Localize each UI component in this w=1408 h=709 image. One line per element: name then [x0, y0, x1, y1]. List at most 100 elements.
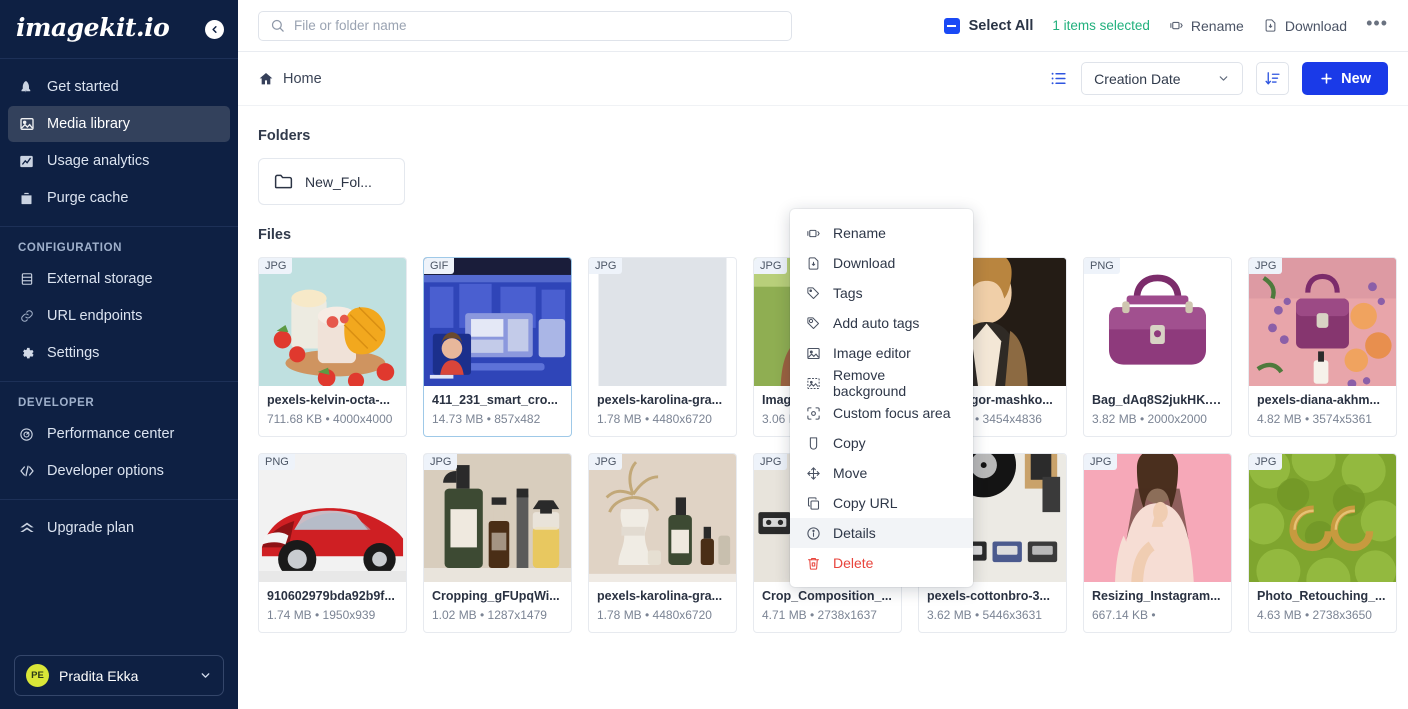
remove-background-icon: [805, 375, 821, 391]
context-menu-item-copy-url[interactable]: Copy URL: [790, 488, 973, 518]
file-card[interactable]: JPGpexels-karolina-gra...1.78 MB • 4480x…: [588, 257, 737, 437]
sort-field-select[interactable]: Creation Date: [1081, 62, 1243, 95]
rocket-icon: [18, 79, 35, 96]
context-menu-item-label: Copy: [833, 435, 866, 451]
file-card[interactable]: PNG 910602979bda92b9f... 1.74 MB • 1950x93…: [258, 453, 407, 633]
sidebar-item-url-endpoints[interactable]: URL endpoints: [8, 298, 230, 334]
new-button[interactable]: New: [1302, 62, 1388, 95]
more-actions-button[interactable]: •••: [1366, 23, 1388, 29]
file-thumbnail: JPG: [589, 258, 736, 386]
file-card[interactable]: JPGPhoto_Retouching_...4.63 MB • 2738x36…: [1248, 453, 1397, 633]
sort-field-value: Creation Date: [1094, 71, 1180, 87]
focus-area-icon: [805, 405, 821, 421]
rename-button[interactable]: Rename: [1169, 18, 1244, 34]
file-card[interactable]: JPG Resizing_Instagram...667.14 KB •: [1083, 453, 1232, 633]
sidebar-item-usage-analytics[interactable]: Usage analytics: [8, 143, 230, 179]
file-card[interactable]: JPGpexels-kelvin-octa-...711.68 KB • 400…: [258, 257, 407, 437]
file-card[interactable]: PNGBag_dAq8S2jukHK.p...3.82 MB • 2000x20…: [1083, 257, 1232, 437]
file-name: pexels-kelvin-octa-...: [267, 393, 398, 407]
sidebar-item-performance-center[interactable]: Performance center: [8, 416, 230, 452]
sort-descending-icon: [1264, 70, 1281, 87]
sort-direction-button[interactable]: [1256, 62, 1289, 95]
chevron-down-icon: [199, 669, 212, 682]
file-size-dimensions: 1.74 MB • 1950x939: [267, 607, 398, 623]
file-name: Cropping_gFUpqWi...: [432, 589, 563, 603]
file-format-badge: JPG: [754, 258, 787, 274]
context-menu: RenameDownloadTagsAdd auto tagsImage edi…: [790, 209, 973, 587]
file-meta: Cropping_gFUpqWi...1.02 MB • 1287x1479: [424, 582, 571, 632]
file-meta: Photo_Retouching_...4.63 MB • 2738x3650: [1249, 582, 1396, 632]
sidebar-item-get-started[interactable]: Get started: [8, 69, 230, 105]
file-thumbnail: PNG: [1084, 258, 1231, 386]
file-format-badge: PNG: [259, 454, 295, 470]
user-menu-button[interactable]: PE Pradita Ekka: [14, 655, 224, 696]
file-thumbnail: JPG: [589, 454, 736, 582]
chevron-left-circle-icon[interactable]: [205, 20, 224, 39]
context-menu-item-move[interactable]: Move: [790, 458, 973, 488]
checkbox-indeterminate-icon[interactable]: [944, 18, 960, 34]
file-size-dimensions: 3.82 MB • 2000x2000: [1092, 411, 1223, 427]
breadcrumb[interactable]: Home: [258, 71, 322, 87]
sidebar-item-upgrade-plan[interactable]: Upgrade plan: [8, 510, 230, 546]
main-area: Select All 1 items selected Rename Downl…: [238, 0, 1408, 709]
file-format-badge: JPG: [1084, 454, 1117, 470]
sidebar-item-label: External storage: [47, 271, 153, 287]
sidebar-item-label: Performance center: [47, 426, 174, 442]
context-menu-item-tags[interactable]: Tags: [790, 278, 973, 308]
rename-icon: [805, 225, 821, 241]
sidebar-item-media-library[interactable]: Media library: [8, 106, 230, 142]
chevron-down-icon: [1217, 72, 1230, 85]
folder-card[interactable]: New_Fol...: [258, 158, 405, 205]
context-menu-item-copy[interactable]: Copy: [790, 428, 973, 458]
sidebar-item-developer-options[interactable]: Developer options: [8, 453, 230, 489]
list-view-icon[interactable]: [1049, 69, 1068, 88]
copy-url-icon: [805, 495, 821, 511]
file-thumbnail: JPG: [1084, 454, 1231, 582]
file-card[interactable]: GIF411_231_smart_cro...14.73 MB • 857x48…: [423, 257, 572, 437]
context-menu-item-delete[interactable]: Delete: [790, 548, 973, 578]
file-name: Crop_Composition_...: [762, 589, 893, 603]
file-card[interactable]: JPGCropping_gFUpqWi...1.02 MB • 1287x147…: [423, 453, 572, 633]
context-menu-item-custom-focus-area[interactable]: Custom focus area: [790, 398, 973, 428]
divider: [0, 499, 238, 500]
file-meta: pexels-karolina-gra...1.78 MB • 4480x672…: [589, 386, 736, 436]
sidebar-item-purge-cache[interactable]: Purge cache: [8, 180, 230, 216]
file-thumbnail: JPG: [1249, 454, 1396, 582]
search-box[interactable]: [258, 11, 792, 41]
file-size-dimensions: 4.71 MB • 2738x1637: [762, 607, 893, 623]
plus-icon: [1319, 71, 1334, 86]
sidebar-main-group: Get started Media library Usage analytic…: [0, 62, 238, 223]
select-all-button[interactable]: Select All: [944, 18, 1034, 34]
context-menu-item-download[interactable]: Download: [790, 248, 973, 278]
file-card[interactable]: JPGpexels-diana-akhm...4.82 MB • 3574x53…: [1248, 257, 1397, 437]
home-icon: [258, 71, 274, 87]
sidebar-item-settings[interactable]: Settings: [8, 335, 230, 371]
image-editor-icon: [805, 345, 821, 361]
folder-icon: [273, 171, 294, 192]
file-meta: Resizing_Instagram...667.14 KB •: [1084, 582, 1231, 632]
file-name: Resizing_Instagram...: [1092, 589, 1223, 603]
file-format-badge: JPG: [259, 258, 292, 274]
context-menu-item-add-auto-tags[interactable]: Add auto tags: [790, 308, 973, 338]
file-thumbnail: GIF: [424, 258, 571, 386]
file-name: 910602979bda92b9f...: [267, 589, 398, 603]
context-menu-item-remove-background[interactable]: Remove background: [790, 368, 973, 398]
sidebar-config-group: External storage URL endpoints Settings: [0, 261, 238, 378]
info-icon: [805, 525, 821, 541]
file-size-dimensions: 1.78 MB • 4480x6720: [597, 411, 728, 427]
context-menu-item-image-editor[interactable]: Image editor: [790, 338, 973, 368]
sidebar-item-external-storage[interactable]: External storage: [8, 261, 230, 297]
analytics-icon: [18, 153, 35, 170]
file-card[interactable]: JPGpexels-karolina-gra...1.78 MB • 4480x…: [588, 453, 737, 633]
select-all-label: Select All: [969, 18, 1034, 34]
download-label: Download: [1285, 18, 1347, 34]
search-input[interactable]: [294, 18, 780, 33]
code-icon: [18, 463, 35, 480]
context-menu-item-rename[interactable]: Rename: [790, 218, 973, 248]
file-meta: 910602979bda92b9f... 1.74 MB • 1950x939: [259, 582, 406, 632]
download-button[interactable]: Download: [1263, 18, 1347, 34]
context-menu-item-label: Details: [833, 525, 876, 541]
context-menu-item-details[interactable]: Details: [790, 518, 973, 548]
purge-cache-icon: [18, 190, 35, 207]
folders-heading: Folders: [258, 128, 1388, 144]
